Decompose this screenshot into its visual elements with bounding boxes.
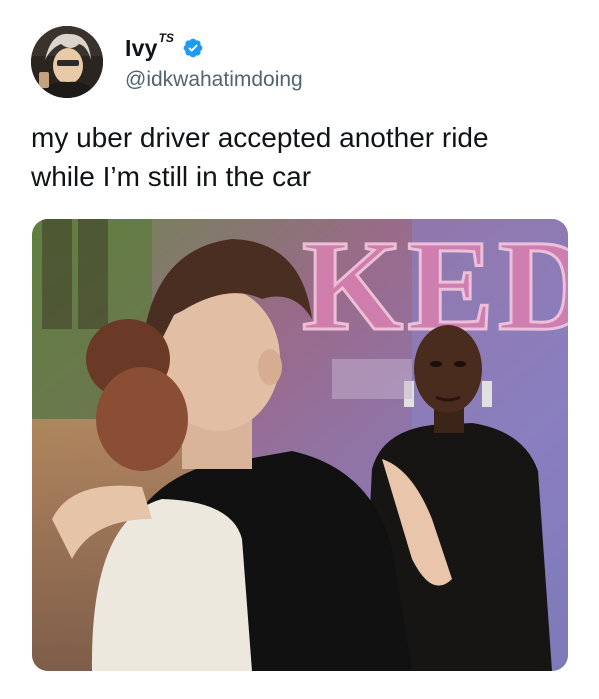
tweet-card: Ivy TS @idkwahatimdoing my uber driver a… [0,0,599,699]
author-handle[interactable]: @idkwahatimdoing [125,68,303,92]
tweet-text-line-1: my uber driver accepted another ride [31,122,489,153]
display-name-row[interactable]: Ivy TS [125,31,303,64]
tweet-photo[interactable]: KED [32,219,568,671]
tweet-text-line-2: while I’m still in the car [31,161,312,192]
verified-badge-icon [183,38,203,58]
tweet-header: Ivy TS @idkwahatimdoing [31,26,303,98]
display-name[interactable]: Ivy [125,35,158,62]
tweet-text: my uber driver accepted another ride whi… [31,118,571,196]
avatar[interactable] [31,26,103,98]
display-name-superscript: TS [158,31,174,45]
author-names: Ivy TS @idkwahatimdoing [125,31,303,92]
